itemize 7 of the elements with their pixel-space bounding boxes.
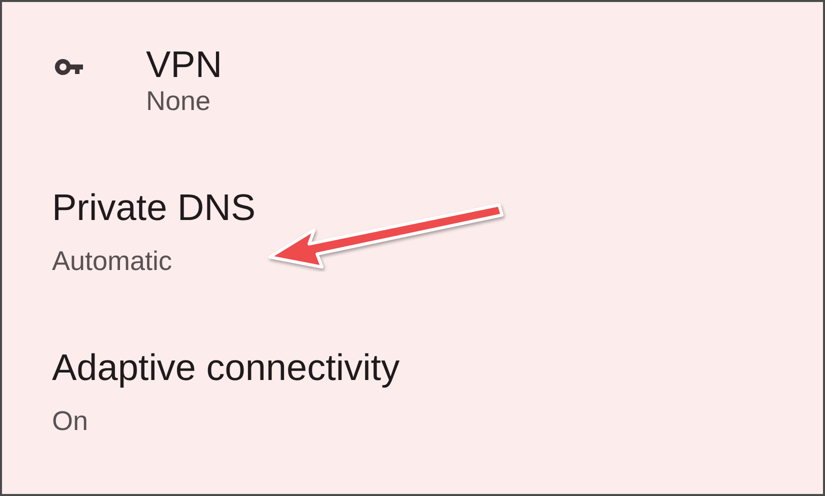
- setting-title[interactable]: VPN: [146, 42, 222, 88]
- setting-title[interactable]: Private DNS: [52, 184, 256, 231]
- key-icon: [54, 58, 84, 76]
- setting-summary: None: [146, 85, 212, 118]
- setting-title[interactable]: Adaptive connectivity: [52, 345, 400, 392]
- setting-summary: Automatic: [52, 244, 174, 278]
- setting-summary: On: [52, 405, 90, 438]
